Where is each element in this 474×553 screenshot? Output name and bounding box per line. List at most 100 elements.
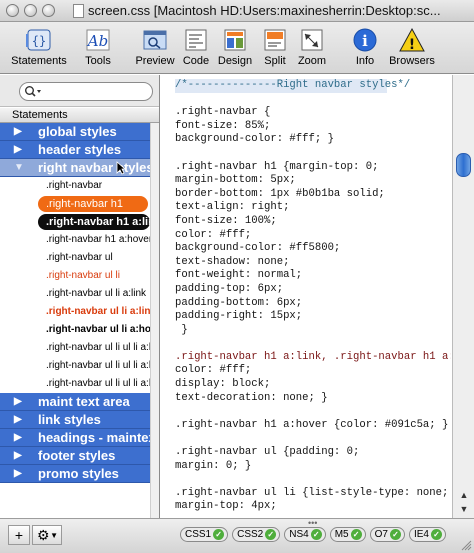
code-line[interactable]: .right-navbar ul {padding: 0; xyxy=(175,446,451,460)
code-line[interactable]: padding-bottom: 6px; xyxy=(175,297,451,311)
code-line[interactable]: text-decoration: none; } xyxy=(175,392,451,406)
code-line[interactable]: display: block; xyxy=(175,378,451,392)
group-maint-text-area[interactable]: ▶ maint text area xyxy=(0,393,150,411)
compat-badge[interactable]: CSS2 ✓ xyxy=(232,527,281,542)
code-line[interactable]: .right-navbar { xyxy=(175,106,451,120)
code-icon xyxy=(185,29,207,51)
zoom-window-button[interactable] xyxy=(42,4,55,17)
code-line[interactable]: text-shadow: none; xyxy=(175,256,451,270)
add-statement-button[interactable]: + xyxy=(8,525,30,545)
code-line[interactable] xyxy=(175,405,451,419)
search-icon[interactable] xyxy=(24,85,42,98)
design-label: Design xyxy=(217,55,253,67)
disclosure-triangle-icon[interactable]: ▶ xyxy=(14,393,22,410)
svg-text:Ab: Ab xyxy=(86,32,108,50)
code-line[interactable]: color: #fff; xyxy=(175,229,451,243)
code-scrollbar[interactable]: ▲ ▼ xyxy=(452,75,474,518)
code-view-button[interactable]: Code xyxy=(180,27,212,71)
code-line[interactable]: .right-navbar h1 a:link, .right-navbar h… xyxy=(175,351,451,365)
scroll-down-arrow-icon[interactable]: ▼ xyxy=(458,503,470,515)
statement-item[interactable]: .right-navbar ul li ul li a:link xyxy=(0,357,150,375)
code-text-area[interactable]: /*--------------Right navbar styles*/ .r… xyxy=(161,75,451,518)
code-line[interactable]: font-weight: normal; xyxy=(175,269,451,283)
info-button[interactable]: i Info xyxy=(350,27,380,71)
minimize-window-button[interactable] xyxy=(24,4,37,17)
code-line[interactable]: font-size: 85%; xyxy=(175,120,451,134)
statement-item-selected-orange[interactable]: .right-navbar h1 xyxy=(0,195,150,213)
group-right-navbar-styles[interactable]: ▼ right navbar styles xyxy=(0,159,150,177)
disclosure-triangle-icon[interactable]: ▶ xyxy=(14,465,22,482)
design-view-button[interactable]: Design xyxy=(214,27,256,71)
split-view-button[interactable]: Split xyxy=(258,27,292,71)
statement-item[interactable]: .right-navbar h1 a:hover xyxy=(0,231,150,249)
code-line[interactable] xyxy=(175,473,451,487)
statement-item[interactable]: .right-navbar ul li a:link xyxy=(0,303,150,321)
statement-item[interactable]: .right-navbar ul li ul li a:h xyxy=(0,375,150,393)
code-line[interactable]: font-size: 100%; xyxy=(175,215,451,229)
compat-badge[interactable]: CSS1 ✓ xyxy=(180,527,229,542)
statement-item[interactable]: .right-navbar ul li a:hov xyxy=(0,321,150,339)
code-line[interactable]: margin: 0; } xyxy=(175,460,451,474)
statement-item[interactable]: .right-navbar ul li xyxy=(0,267,150,285)
scroll-up-arrow-icon[interactable]: ▲ xyxy=(458,489,470,501)
disclosure-triangle-open-icon[interactable]: ▼ xyxy=(14,159,24,176)
group-header-styles[interactable]: ▶ header styles xyxy=(0,141,150,159)
group-headings-maintext[interactable]: ▶ headings - maintext xyxy=(0,429,150,447)
statements-column-header[interactable]: Statements xyxy=(0,108,159,123)
code-line[interactable]: margin-top: 4px; xyxy=(175,500,451,514)
compat-badge[interactable]: O7 ✓ xyxy=(369,527,405,542)
code-line[interactable] xyxy=(175,147,451,161)
code-line[interactable]: padding-top: 6px; xyxy=(175,283,451,297)
search-field[interactable] xyxy=(19,82,153,101)
code-line[interactable] xyxy=(175,93,451,107)
split-icon xyxy=(264,29,286,51)
code-line[interactable]: padding-right: 15px; xyxy=(175,310,451,324)
statement-item[interactable]: .right-navbar ul xyxy=(0,249,150,267)
search-input[interactable] xyxy=(42,84,147,99)
scrollbar-thumb[interactable] xyxy=(456,153,471,177)
close-window-button[interactable] xyxy=(6,4,19,17)
code-line[interactable]: text-align: right; xyxy=(175,201,451,215)
group-footer-styles[interactable]: ▶ footer styles xyxy=(0,447,150,465)
compat-badge[interactable]: IE4 ✓ xyxy=(408,527,446,542)
code-line[interactable]: } xyxy=(175,324,451,338)
resize-grip-icon[interactable] xyxy=(460,539,472,551)
code-line[interactable]: .right-navbar ul li {list-style-type: no… xyxy=(175,487,451,501)
code-line[interactable]: background-color: #ff5800; xyxy=(175,242,451,256)
statement-item[interactable]: .right-navbar ul li a:link xyxy=(0,285,150,303)
disclosure-triangle-icon[interactable]: ▶ xyxy=(14,411,22,428)
code-line[interactable]: .right-navbar h1 {margin-top: 0; xyxy=(175,161,451,175)
group-promo-styles[interactable]: ▶ promo styles xyxy=(0,465,150,483)
preview-button[interactable]: Preview xyxy=(132,27,178,71)
action-menu-button[interactable]: ⚙ ▼ xyxy=(32,525,62,545)
code-line[interactable] xyxy=(175,337,451,351)
sidebar-scrollbar[interactable] xyxy=(150,123,159,518)
code-line[interactable]: margin-bottom: 5px; xyxy=(175,174,451,188)
statements-button[interactable]: {} Statements xyxy=(4,27,74,71)
tools-button[interactable]: Ab Tools xyxy=(76,27,120,71)
disclosure-triangle-icon[interactable]: ▶ xyxy=(14,429,22,446)
design-icon xyxy=(224,29,246,51)
disclosure-triangle-icon[interactable]: ▶ xyxy=(14,141,22,158)
group-label: promo styles xyxy=(38,466,119,481)
toolbar: {} Statements Ab Tools Preview Code Desi… xyxy=(0,22,474,74)
code-line[interactable] xyxy=(175,432,451,446)
compat-badge[interactable]: M5 ✓ xyxy=(329,527,366,542)
disclosure-triangle-icon[interactable]: ▶ xyxy=(14,123,22,140)
disclosure-triangle-icon[interactable]: ▶ xyxy=(14,447,22,464)
group-link-styles[interactable]: ▶ link styles xyxy=(0,411,150,429)
browsers-button[interactable]: ! Browsers xyxy=(386,27,438,71)
statement-item[interactable]: .right-navbar ul li ul li a:link xyxy=(0,339,150,357)
statement-item[interactable]: .right-navbar xyxy=(0,177,150,195)
code-line[interactable]: .right-navbar h1 a:hover {color: #091c5a… xyxy=(175,419,451,433)
group-label: right navbar styles xyxy=(38,160,150,175)
group-global-styles[interactable]: ▶ global styles xyxy=(0,123,150,141)
compat-badge[interactable]: NS4 ✓ xyxy=(284,527,326,542)
code-line[interactable]: /*--------------Right navbar styles*/ xyxy=(175,79,410,93)
code-line[interactable]: background-color: #fff; } xyxy=(175,133,451,147)
statement-item-selected-black[interactable]: .right-navbar h1 a:link xyxy=(0,213,150,231)
code-line[interactable]: border-bottom: 1px #b0b1ba solid; xyxy=(175,188,451,202)
code-editor[interactable]: /*--------------Right navbar styles*/ .r… xyxy=(161,75,474,518)
code-line[interactable]: color: #fff; xyxy=(175,364,451,378)
zoom-button[interactable]: Zoom xyxy=(294,27,330,71)
